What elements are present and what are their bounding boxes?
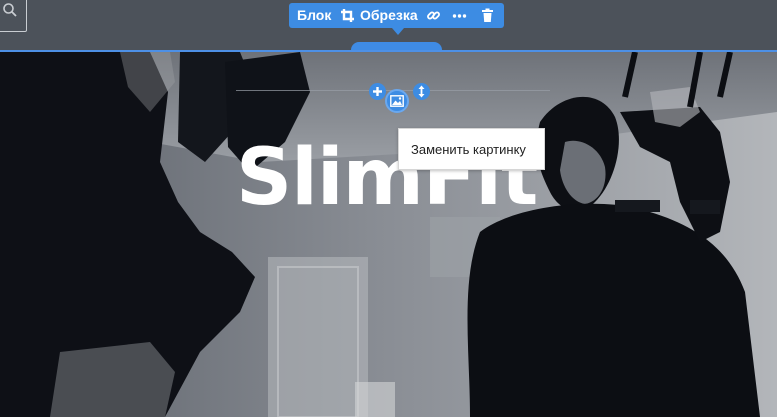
crop-icon[interactable] [340,8,355,23]
link-icon[interactable] [426,8,441,23]
replace-image-button[interactable] [385,89,409,113]
toolbar-pointer [392,28,404,35]
crop-button[interactable]: Обрезка [360,3,418,28]
more-icon[interactable] [452,8,467,23]
resize-vertical-icon [418,85,425,98]
block-button[interactable]: Блок [297,3,331,28]
block-selection-line [0,50,777,52]
trash-icon[interactable] [480,8,495,23]
search-button[interactable] [0,0,27,32]
search-icon [3,3,17,17]
resize-height-button[interactable] [413,83,430,100]
add-block-button[interactable] [369,83,386,100]
image-icon [390,95,404,107]
block-toolbar: Блок Обрезка [289,3,504,35]
tooltip-text: Заменить картинку [411,142,526,157]
add-icon [373,87,382,96]
replace-image-tooltip: Заменить картинку [398,128,545,170]
